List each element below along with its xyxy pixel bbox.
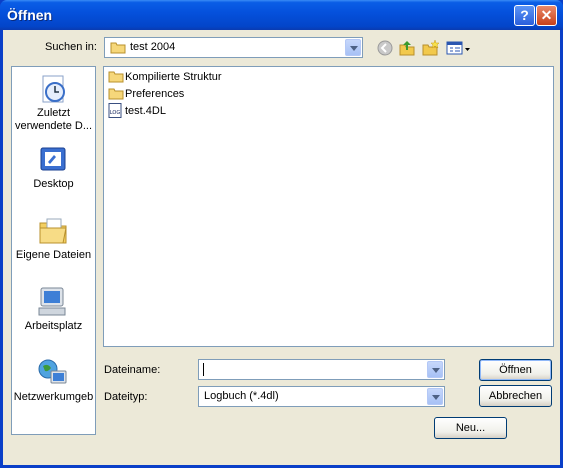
places-bar: Zuletzt verwendete D... Desktop Eigene D… <box>11 66 96 435</box>
open-button[interactable]: Öffnen <box>479 359 552 381</box>
lookin-value: test 2004 <box>130 41 176 53</box>
place-my-documents-label: Eigene Dateien <box>15 249 92 261</box>
file-list[interactable]: Kompilierte Struktur Preferences LOG tes… <box>103 66 554 347</box>
place-desktop[interactable]: Desktop <box>12 144 95 196</box>
network-places-icon <box>38 359 67 384</box>
help-button[interactable]: ? <box>514 5 535 26</box>
lookin-label: Suchen in: <box>45 41 97 53</box>
back-icon[interactable] <box>376 39 394 57</box>
place-recent-label-1: Zuletzt <box>36 107 70 119</box>
cancel-button[interactable]: Abbrechen <box>479 385 552 407</box>
place-my-computer-label: Arbeitsplatz <box>24 320 83 332</box>
dialog-body: Suchen in: test 2004 Zuletzt verwendete … <box>3 30 560 465</box>
window-title: Öffnen <box>7 7 53 23</box>
open-dialog-window: Öffnen ? ✕ Suchen in: test 2004 Zuletzt … <box>0 0 563 468</box>
folder-icon <box>108 88 124 100</box>
chevron-down-icon[interactable] <box>427 361 443 378</box>
filename-input[interactable] <box>198 359 445 380</box>
place-my-documents[interactable]: Eigene Dateien <box>12 215 95 267</box>
file-name: Kompilierte Struktur <box>125 71 222 83</box>
place-network-label: Netzwerkumgeb <box>13 391 94 403</box>
place-recent-label-2: verwendete D... <box>14 120 93 132</box>
my-computer-icon <box>38 287 66 316</box>
filetype-select[interactable]: Logbuch (*.4dl) <box>198 386 445 407</box>
log-icon-text: LOG <box>110 110 121 116</box>
filetype-label: Dateityp: <box>104 391 148 403</box>
folder-icon <box>108 71 124 83</box>
file-name: Preferences <box>125 88 185 100</box>
place-recent[interactable]: Zuletzt verwendete D... <box>12 73 95 137</box>
filetype-value: Logbuch (*.4dl) <box>204 390 279 402</box>
view-menu-icon[interactable] <box>446 39 472 57</box>
text-cursor <box>203 363 204 376</box>
place-desktop-label: Desktop <box>33 178 74 190</box>
close-icon: ✕ <box>540 7 553 23</box>
log-file-icon: LOG <box>108 103 122 118</box>
filename-label: Dateiname: <box>104 364 161 376</box>
new-folder-icon[interactable] <box>422 39 440 57</box>
my-documents-icon <box>39 218 67 244</box>
close-button[interactable]: ✕ <box>536 5 557 26</box>
file-name: test.4DL <box>125 105 166 117</box>
title-bar[interactable]: Öffnen ? ✕ <box>0 0 563 30</box>
recent-documents-icon <box>42 75 65 103</box>
desktop-icon <box>40 147 66 171</box>
chevron-down-icon[interactable] <box>345 39 361 56</box>
lookin-combo[interactable]: test 2004 <box>104 37 363 58</box>
up-folder-icon[interactable] <box>398 39 416 57</box>
help-icon: ? <box>520 7 529 23</box>
new-button[interactable]: Neu... <box>434 417 507 439</box>
place-my-computer[interactable]: Arbeitsplatz <box>12 286 95 338</box>
place-network[interactable]: Netzwerkumgeb <box>12 357 95 409</box>
chevron-down-icon[interactable] <box>427 388 443 405</box>
folder-icon <box>110 42 126 54</box>
